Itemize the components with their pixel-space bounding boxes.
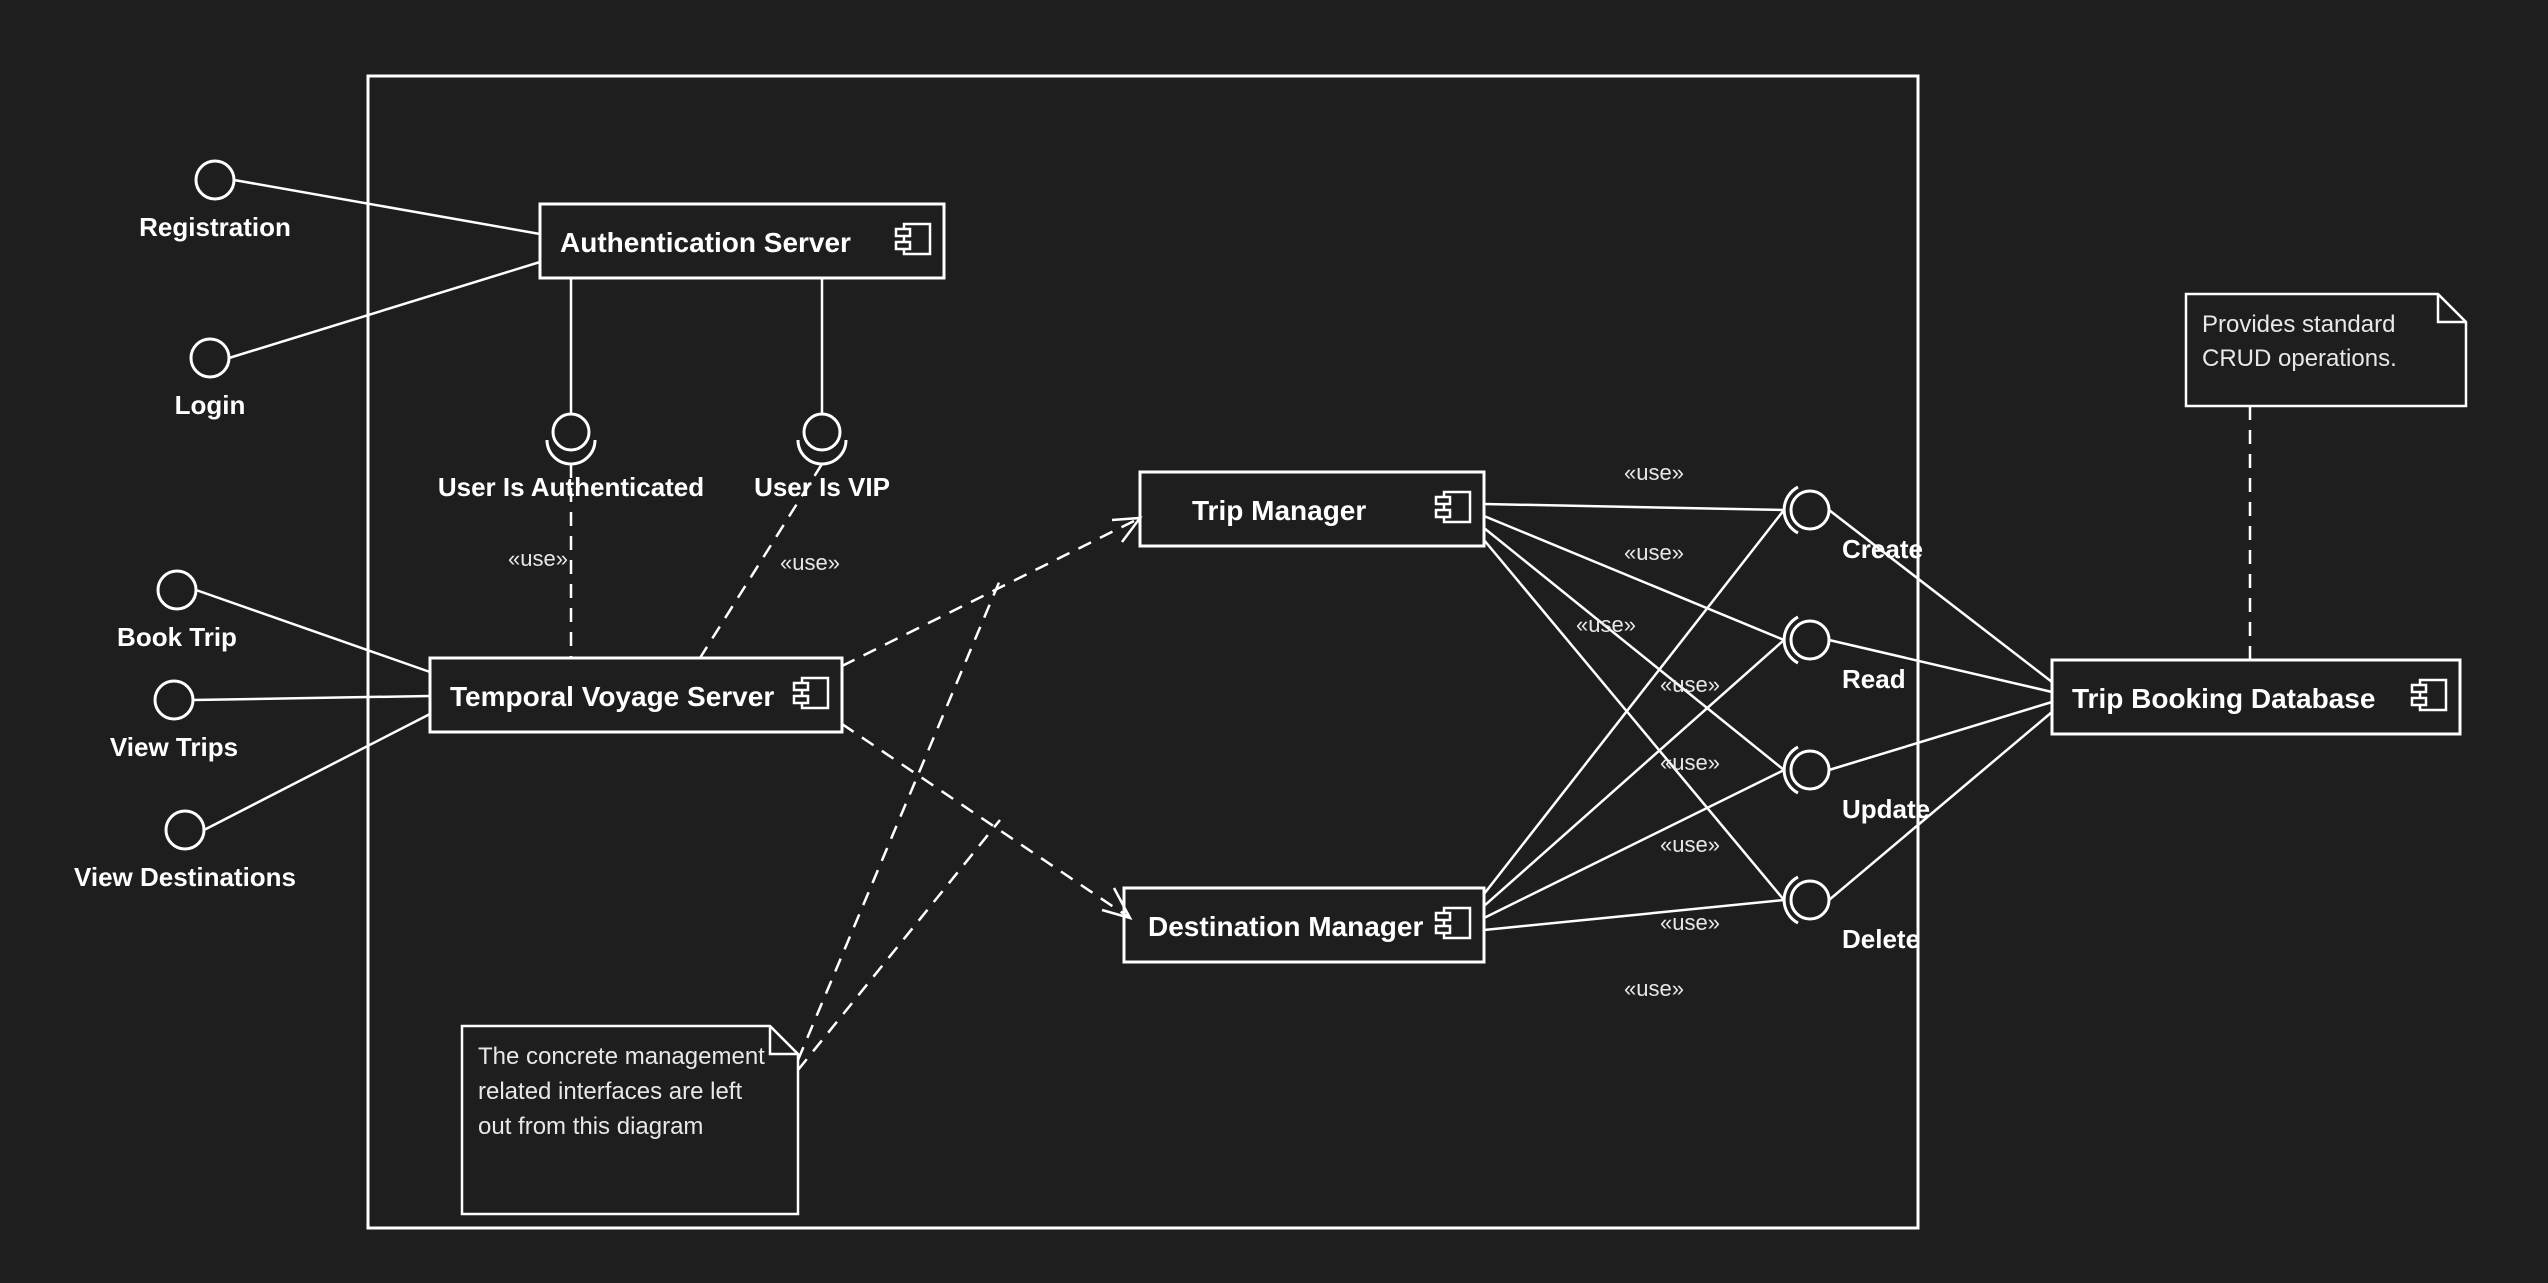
interface-book-trip: Book Trip — [117, 571, 237, 652]
note-anchor-2 — [798, 820, 1000, 1070]
component-trip-manager: Trip Manager — [1140, 472, 1484, 546]
dep-tvs-destmgr — [842, 724, 1130, 918]
component-icon — [794, 678, 828, 708]
label-auth-server: Authentication Server — [560, 227, 851, 258]
label-view-dest: View Destinations — [74, 862, 296, 892]
label-db: Trip Booking Database — [2072, 683, 2375, 714]
label-create: Create — [1842, 534, 1923, 564]
interface-view-destinations: View Destinations — [74, 811, 296, 892]
db-crud-conns — [1829, 510, 2052, 900]
note-crud: Provides standard CRUD operations. — [2186, 294, 2466, 406]
component-temporal-voyage-server: Temporal Voyage Server — [430, 658, 842, 732]
use-label-2: «use» — [780, 550, 840, 575]
label-tvs: Temporal Voyage Server — [450, 681, 774, 712]
interface-delete: Delete — [1784, 877, 1920, 954]
use-label-9: «use» — [1660, 910, 1720, 935]
use-label-5: «use» — [1576, 612, 1636, 637]
use-label-3: «use» — [1624, 460, 1684, 485]
use-label-4: «use» — [1624, 540, 1684, 565]
label-registration: Registration — [139, 212, 291, 242]
note-anchor-1 — [798, 580, 1000, 1060]
label-read: Read — [1842, 664, 1906, 694]
label-dest-mgr: Destination Manager — [1148, 911, 1423, 942]
interface-login: Login — [175, 339, 246, 420]
label-book-trip: Book Trip — [117, 622, 237, 652]
component-trip-booking-database: Trip Booking Database — [2052, 660, 2460, 734]
label-update: Update — [1842, 794, 1930, 824]
component-icon — [1436, 908, 1470, 938]
note-crud-text: Provides standard CRUD operations. — [2202, 311, 2397, 372]
note-mgmt-text: The concrete management related interfac… — [478, 1043, 765, 1140]
interface-user-is-vip: User Is VIP — [754, 278, 890, 502]
use-label-8: «use» — [1660, 832, 1720, 857]
use-label-7: «use» — [1660, 750, 1720, 775]
dep-tvs-tripmgr — [842, 518, 1140, 666]
use-label-1: «use» — [508, 546, 568, 571]
label-view-trips: View Trips — [110, 732, 238, 762]
label-delete: Delete — [1842, 924, 1920, 954]
use-label-6: «use» — [1660, 672, 1720, 697]
component-destination-manager: Destination Manager — [1124, 888, 1484, 962]
label-login: Login — [175, 390, 246, 420]
interface-create: Create — [1784, 487, 1923, 564]
interface-update: Update — [1784, 747, 1930, 824]
label-user-vip: User Is VIP — [754, 472, 890, 502]
note-mgmt-interfaces: The concrete management related interfac… — [462, 1026, 798, 1214]
use-label-10: «use» — [1624, 976, 1684, 1001]
component-icon — [1436, 492, 1470, 522]
conn-login-auth — [229, 262, 540, 358]
component-icon — [896, 224, 930, 254]
component-authentication-server: Authentication Server — [540, 204, 944, 278]
interface-view-trips: View Trips — [110, 681, 238, 762]
component-icon — [2412, 680, 2446, 710]
conn-viewtrips-tvs — [193, 696, 430, 700]
interface-registration: Registration — [139, 161, 291, 242]
label-trip-mgr: Trip Manager — [1192, 495, 1366, 526]
interface-read: Read — [1784, 617, 1905, 694]
